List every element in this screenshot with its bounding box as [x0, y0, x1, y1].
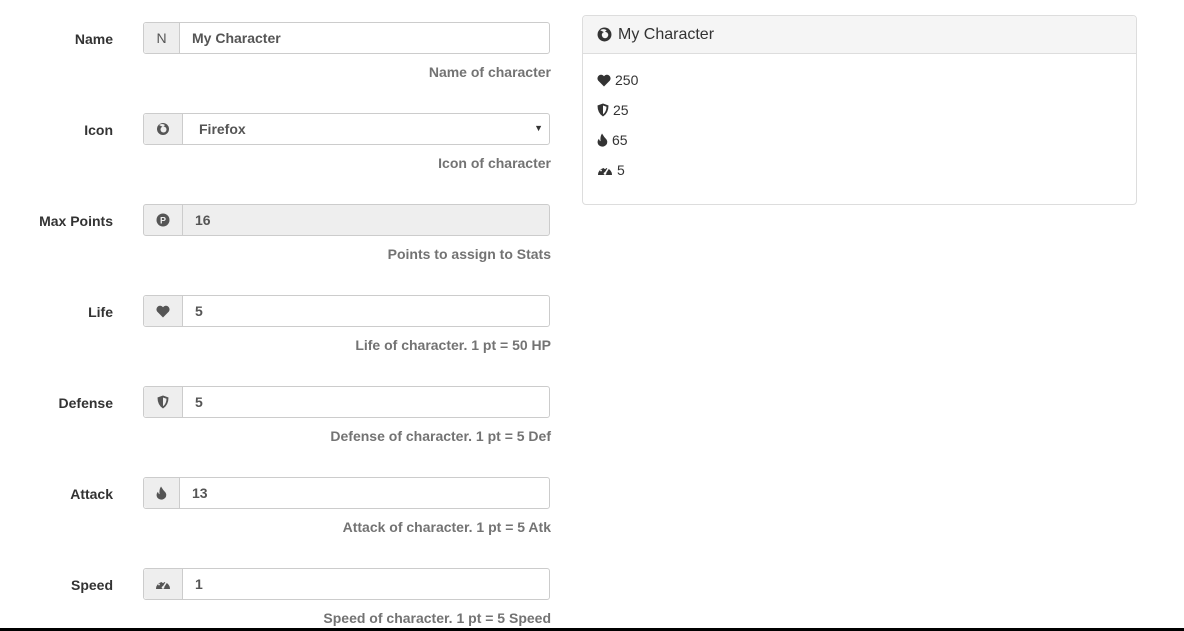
firefox-icon	[597, 27, 612, 42]
icon-select[interactable]: Firefox ▼	[183, 114, 549, 144]
life-input-group	[143, 295, 550, 327]
speed-input[interactable]	[183, 569, 549, 599]
preview-attack-value: 65	[612, 132, 628, 148]
speed-label: Speed	[70, 577, 113, 593]
fire-icon	[597, 133, 608, 147]
defense-help: Defense of character. 1 pt = 5 Def	[330, 428, 551, 444]
defense-input-group	[143, 386, 550, 418]
speed-help: Speed of character. 1 pt = 5 Speed	[323, 610, 551, 626]
speed-input-group	[143, 568, 550, 600]
defense-label: Defense	[58, 395, 113, 411]
name-input-group: N	[143, 22, 550, 54]
max-points-input-group: P	[143, 204, 550, 236]
preview-stat-attack: 65	[597, 132, 628, 148]
preview-stat-speed: 5	[597, 162, 625, 178]
preview-defense-value: 25	[613, 102, 629, 118]
icon-help: Icon of character	[438, 155, 551, 171]
preview-heading: My Character	[583, 16, 1136, 54]
preview-life-value: 250	[615, 72, 639, 88]
preview-title: My Character	[618, 25, 715, 43]
attack-input-group	[143, 477, 550, 509]
heart-icon	[144, 296, 183, 326]
attack-help: Attack of character. 1 pt = 5 Atk	[342, 519, 551, 535]
preview-speed-value: 5	[617, 162, 625, 178]
preview-stat-life: 250	[597, 72, 638, 88]
character-preview-panel: My Character 250 25 65 5	[582, 15, 1137, 205]
svg-text:P: P	[160, 216, 166, 226]
firefox-icon	[144, 114, 183, 144]
name-addon: N	[144, 23, 180, 53]
heart-icon	[597, 74, 611, 87]
chevron-down-icon: ▼	[534, 123, 543, 133]
name-input[interactable]	[180, 23, 549, 53]
life-input[interactable]	[183, 296, 549, 326]
points-icon: P	[144, 205, 183, 235]
speedometer-icon	[597, 164, 613, 176]
fire-icon	[144, 478, 180, 508]
icon-input-group: Firefox ▼	[143, 113, 550, 145]
name-label: Name	[74, 31, 113, 47]
life-help: Life of character. 1 pt = 50 HP	[355, 337, 551, 353]
attack-input[interactable]	[180, 478, 549, 508]
speedometer-icon	[144, 569, 183, 599]
shield-icon	[597, 103, 609, 117]
max-points-label: Max Points	[39, 213, 113, 229]
max-points-help: Points to assign to Stats	[387, 246, 551, 262]
defense-input[interactable]	[183, 387, 549, 417]
icon-label: Icon	[84, 122, 113, 138]
name-help: Name of character	[428, 64, 551, 80]
icon-select-value: Firefox	[199, 121, 246, 137]
life-label: Life	[88, 304, 113, 320]
shield-icon	[144, 387, 183, 417]
max-points-input	[183, 205, 549, 235]
preview-stat-defense: 25	[597, 102, 629, 118]
attack-label: Attack	[70, 486, 113, 502]
